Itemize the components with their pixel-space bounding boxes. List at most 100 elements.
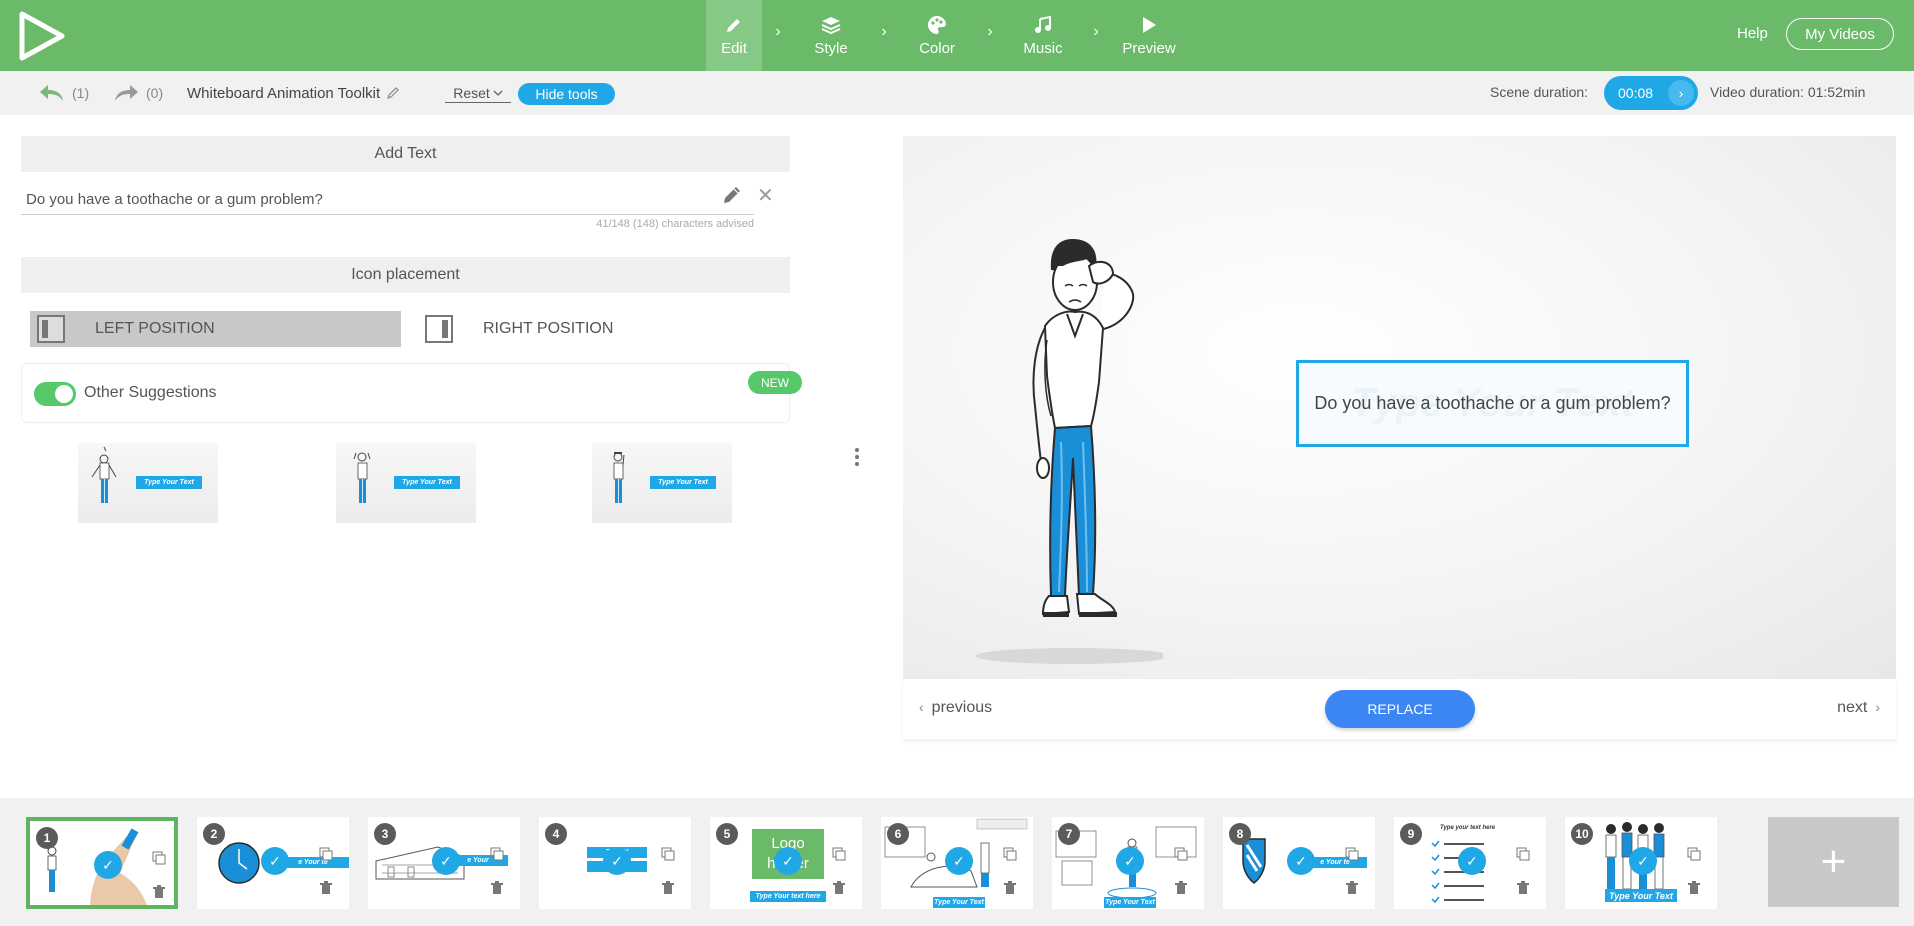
- scene-number: 1: [36, 827, 58, 849]
- logo-icon[interactable]: [18, 10, 66, 62]
- suggestion-caption: Type Your Text: [650, 476, 716, 489]
- trash-icon[interactable]: [490, 881, 504, 895]
- scene-number: 9: [1400, 823, 1422, 845]
- scene-number: 5: [716, 823, 738, 845]
- check-icon[interactable]: ✓: [945, 847, 973, 875]
- previous-button[interactable]: ‹ previous: [919, 699, 992, 717]
- project-title[interactable]: Whiteboard Animation Toolkit: [187, 71, 400, 115]
- duplicate-icon[interactable]: [832, 847, 846, 861]
- top-navigation-bar: Edit › Style › Color › Music › Preview H…: [0, 0, 1914, 71]
- new-badge: NEW: [748, 371, 802, 394]
- duplicate-icon[interactable]: [661, 847, 675, 861]
- scene-thumbnail[interactable]: Type Your Text 10 ✓: [1565, 817, 1717, 909]
- trash-icon[interactable]: [1003, 881, 1017, 895]
- duplicate-icon[interactable]: [1003, 847, 1017, 861]
- trash-icon[interactable]: [1345, 881, 1359, 895]
- scene-number: 4: [545, 823, 567, 845]
- scene-thumbnail[interactable]: e Your 3 ✓: [368, 817, 520, 909]
- suggestion-thumbnail[interactable]: Type Your Text: [78, 443, 218, 523]
- duplicate-icon[interactable]: [1345, 847, 1359, 861]
- scene-thumbnail[interactable]: Type your text here 9 ✓: [1394, 817, 1546, 909]
- check-icon[interactable]: ✓: [1458, 847, 1486, 875]
- pencil-icon[interactable]: [721, 184, 743, 206]
- chevron-right-icon: ›: [987, 22, 993, 40]
- icon-placement-header: Icon placement: [21, 257, 790, 293]
- scene-number: 10: [1571, 823, 1593, 845]
- step-edit[interactable]: Edit: [706, 0, 762, 71]
- check-icon[interactable]: ✓: [774, 847, 802, 875]
- clear-text-icon[interactable]: ✕: [757, 183, 774, 208]
- scene-thumbnail[interactable]: Logo holder Type Your text here 5 ✓: [710, 817, 862, 909]
- scene-number: 6: [887, 823, 909, 845]
- redo-button[interactable]: (0): [112, 71, 163, 115]
- scene-duration-label: Scene duration:: [1490, 84, 1589, 100]
- right-position-option[interactable]: RIGHT POSITION: [418, 311, 718, 347]
- check-icon[interactable]: ✓: [94, 851, 122, 879]
- step-music[interactable]: Music: [1006, 0, 1080, 71]
- replace-button[interactable]: REPLACE: [1325, 690, 1475, 728]
- scene-thumbnail[interactable]: Type Y Type Y 4 ✓: [539, 817, 691, 909]
- palette-icon: [927, 14, 947, 36]
- project-title-text: Whiteboard Animation Toolkit: [187, 84, 381, 102]
- right-position-icon: [425, 315, 453, 343]
- scene-duration-value: 00:08: [1618, 85, 1654, 101]
- suggestions-label: Other Suggestions: [84, 384, 217, 401]
- duplicate-icon[interactable]: [319, 847, 333, 861]
- check-icon[interactable]: ✓: [261, 847, 289, 875]
- duplicate-icon[interactable]: [1174, 847, 1188, 861]
- more-options-icon[interactable]: [854, 448, 860, 466]
- duplicate-icon[interactable]: [152, 851, 166, 865]
- edit-title-icon[interactable]: [386, 86, 400, 100]
- reset-dropdown[interactable]: Reset: [445, 83, 511, 103]
- redo-icon: [115, 85, 138, 101]
- suggestions-toggle[interactable]: [34, 382, 76, 406]
- scene-caption: Type Your text here: [750, 891, 826, 902]
- scene-number: 2: [203, 823, 225, 845]
- scene-text-box[interactable]: Type Your Text Do you have a toothache o…: [1296, 360, 1689, 447]
- step-color[interactable]: Color: [900, 0, 974, 71]
- step-preview[interactable]: Preview: [1112, 0, 1186, 71]
- scene-thumbnail[interactable]: 1 ✓: [26, 817, 178, 909]
- chevron-right-icon[interactable]: ›: [1668, 80, 1694, 106]
- help-link[interactable]: Help: [1737, 25, 1768, 42]
- trash-icon[interactable]: [832, 881, 846, 895]
- step-style[interactable]: Style: [794, 0, 868, 71]
- next-button[interactable]: next ›: [1837, 699, 1880, 717]
- duplicate-icon[interactable]: [1687, 847, 1701, 861]
- hide-tools-button[interactable]: Hide tools: [518, 83, 615, 105]
- add-scene-button[interactable]: +: [1768, 817, 1899, 907]
- trash-icon[interactable]: [1174, 881, 1188, 895]
- trash-icon[interactable]: [1516, 881, 1530, 895]
- suggestion-caption: Type Your Text: [136, 476, 202, 489]
- scene-thumbnail[interactable]: e Your te 2 ✓: [197, 817, 349, 909]
- duplicate-icon[interactable]: [490, 847, 504, 861]
- scene-preview-canvas: Type Your Text Do you have a toothache o…: [903, 136, 1896, 679]
- character-count: 41/148 (148) characters advised: [596, 218, 754, 230]
- left-position-option[interactable]: LEFT POSITION: [30, 311, 401, 347]
- scene-thumbnail[interactable]: Type Your Text 6 ✓: [881, 817, 1033, 909]
- my-videos-button[interactable]: My Videos: [1786, 18, 1894, 50]
- trash-icon[interactable]: [152, 885, 166, 899]
- check-icon[interactable]: ✓: [603, 847, 631, 875]
- suggestion-thumbnail[interactable]: Type Your Text: [336, 443, 476, 523]
- scene-duration-control[interactable]: 00:08 ›: [1604, 76, 1698, 110]
- redo-count: (0): [146, 85, 164, 101]
- scene-text-input[interactable]: Do you have a toothache or a gum problem…: [21, 178, 754, 215]
- trash-icon[interactable]: [661, 881, 675, 895]
- trash-icon[interactable]: [1687, 881, 1701, 895]
- undo-button[interactable]: (1): [38, 71, 89, 115]
- check-icon[interactable]: ✓: [1287, 847, 1315, 875]
- chevron-down-icon: [493, 90, 503, 96]
- reset-label: Reset: [453, 84, 490, 101]
- duplicate-icon[interactable]: [1516, 847, 1530, 861]
- scene-thumbnail[interactable]: e Your te 8 ✓: [1223, 817, 1375, 909]
- undo-count: (1): [72, 85, 90, 101]
- suggestion-thumbnail[interactable]: Type Your Text: [592, 443, 732, 523]
- scene-thumbnail[interactable]: Type Your Text 7 ✓: [1052, 817, 1204, 909]
- check-icon[interactable]: ✓: [432, 847, 460, 875]
- trash-icon[interactable]: [319, 881, 333, 895]
- check-icon[interactable]: ✓: [1629, 847, 1657, 875]
- check-icon[interactable]: ✓: [1116, 847, 1144, 875]
- preview-navigation: ‹ previous REPLACE next ›: [903, 679, 1896, 739]
- scene-caption: Type Your Text: [1104, 897, 1156, 908]
